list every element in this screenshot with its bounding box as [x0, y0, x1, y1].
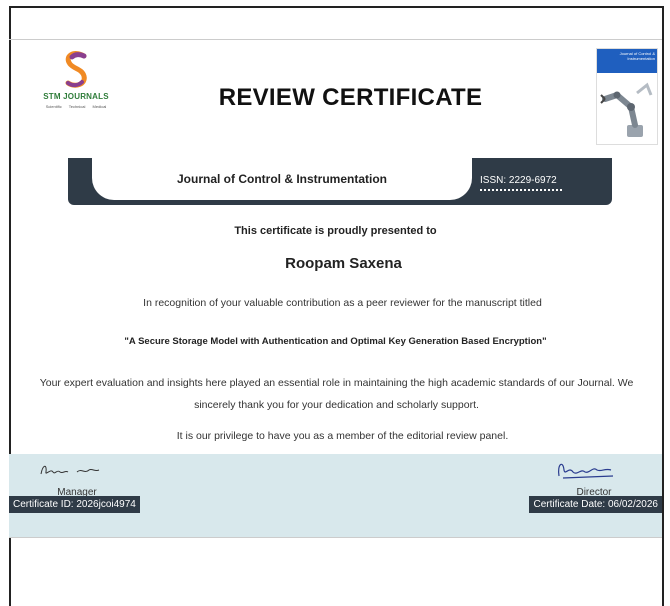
certificate-date-badge: Certificate Date: 06/02/2026	[529, 496, 662, 513]
presented-to-text: This certificate is proudly presented to	[234, 225, 437, 237]
director-signature-icon	[558, 463, 614, 479]
privilege-text: It is our privilege to have you as a mem…	[176, 430, 509, 442]
manuscript-title: "A Secure Storage Model with Authenticat…	[124, 336, 547, 347]
robot-arm-icon	[600, 82, 653, 137]
certificate-title: REVIEW CERTIFICATE	[218, 84, 483, 111]
review-certificate: STM JOURNALS Scientific Technical Medica…	[9, 39, 662, 538]
journal-cover-image: Journal of Control & Instrumentation	[596, 48, 658, 145]
recognition-text: In recognition of your valuable contribu…	[143, 297, 542, 309]
issn-underline	[480, 189, 562, 191]
manager-signature-block: Manager	[37, 460, 117, 498]
evaluation-text: Your expert evaluation and insights here…	[39, 377, 634, 411]
director-signature-block: Director	[549, 458, 639, 498]
journal-name: Journal of Control & Instrumentation	[177, 172, 387, 186]
certificate-id-badge: Certificate ID: 2026jcoi4974	[9, 496, 140, 513]
manager-signature-icon	[40, 465, 100, 475]
journal-banner: Journal of Control & Instrumentation ISS…	[68, 158, 612, 205]
journal-cover-title: Journal of Control & Instrumentation	[597, 49, 657, 73]
issn-label: ISSN: 2229-6972	[480, 175, 557, 186]
recipient-name: Roopam Saxena	[285, 255, 402, 272]
